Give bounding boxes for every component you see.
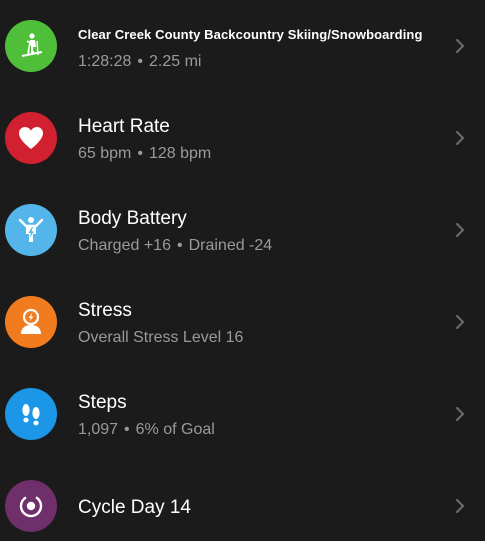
body-battery-drained: Drained -24 <box>188 237 273 254</box>
list-item-body-battery[interactable]: Body Battery Charged +16 • Drained -24 <box>0 184 485 276</box>
heart-rate-max: 128 bpm <box>148 145 212 162</box>
activity-distance: 2.25 mi <box>149 53 202 70</box>
steps-goal-percent: 6% of Goal <box>135 421 215 438</box>
chevron-right-icon <box>453 405 467 423</box>
chevron-right-icon <box>453 313 467 331</box>
list-item-stress[interactable]: Stress Overall Stress Level 16 <box>0 276 485 368</box>
body-battery-charged: Charged +16 <box>78 237 171 254</box>
heart-rate-title: Heart Rate <box>78 116 170 137</box>
chevron-right-icon <box>453 221 467 239</box>
activity-title: Clear Creek County Backcountry Skiing/Sn… <box>78 27 423 42</box>
footprints-icon <box>5 388 57 440</box>
activity-duration: 1:28:28 <box>78 53 132 70</box>
chevron-right-icon <box>453 497 467 515</box>
heart-rate-resting: 65 bpm <box>78 145 132 162</box>
list-item-activity[interactable]: Clear Creek County Backcountry Skiing/Sn… <box>0 0 485 92</box>
separator-dot: • <box>137 145 143 162</box>
list-item-steps[interactable]: Steps 1,097 • 6% of Goal <box>0 368 485 460</box>
stress-icon <box>5 296 57 348</box>
steps-count: 1,097 <box>78 421 119 438</box>
separator-dot: • <box>124 421 130 438</box>
separator-dot: • <box>137 53 143 70</box>
activity-subtitle: 1:28:28 • 2.25 mi <box>78 52 445 72</box>
heart-rate-subtitle: 65 bpm • 128 bpm <box>78 144 445 164</box>
stress-subtitle: Overall Stress Level 16 <box>78 329 244 346</box>
steps-subtitle: 1,097 • 6% of Goal <box>78 420 445 440</box>
activity-list: Clear Creek County Backcountry Skiing/Sn… <box>0 0 485 541</box>
cycle-day-title: Cycle Day 14 <box>78 497 191 518</box>
list-item-heart-rate[interactable]: Heart Rate 65 bpm • 128 bpm <box>0 92 485 184</box>
body-battery-title: Body Battery <box>78 208 187 229</box>
chevron-right-icon <box>453 37 467 55</box>
backcountry-ski-icon <box>5 20 57 72</box>
body-battery-subtitle: Charged +16 • Drained -24 <box>78 236 445 256</box>
heart-icon <box>5 112 57 164</box>
steps-title: Steps <box>78 392 127 413</box>
separator-dot: • <box>176 237 183 254</box>
stress-title: Stress <box>78 300 132 321</box>
list-item-cycle-day[interactable]: Cycle Day 14 <box>0 460 485 541</box>
body-battery-icon <box>5 204 57 256</box>
cycle-icon <box>5 480 57 532</box>
chevron-right-icon <box>453 129 467 147</box>
